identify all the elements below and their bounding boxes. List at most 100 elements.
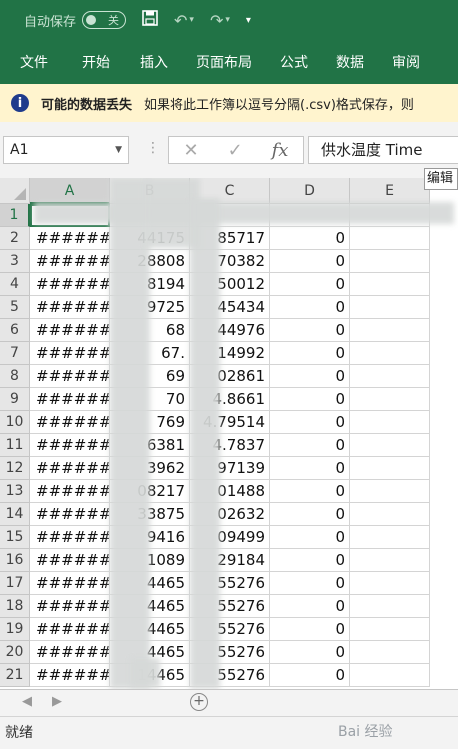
table-cell[interactable] (350, 365, 430, 388)
table-cell[interactable]: ###### (30, 549, 110, 572)
formula-input[interactable]: 供水温度 Time (308, 136, 458, 164)
table-cell[interactable]: ###### (30, 595, 110, 618)
tab-page-layout[interactable]: 页面布局 (196, 52, 252, 72)
column-header-d[interactable]: D (270, 178, 350, 204)
table-cell[interactable]: ###### (30, 503, 110, 526)
table-cell[interactable] (350, 411, 430, 434)
row-header[interactable]: 20 (0, 641, 30, 664)
table-cell[interactable]: 0 (270, 526, 350, 549)
table-cell[interactable] (350, 227, 430, 250)
table-cell[interactable]: ###### (30, 227, 110, 250)
table-cell[interactable]: 0 (270, 664, 350, 687)
table-cell[interactable] (350, 595, 430, 618)
row-header[interactable]: 12 (0, 457, 30, 480)
row-header[interactable]: 18 (0, 595, 30, 618)
table-cell[interactable]: ###### (30, 526, 110, 549)
table-cell[interactable]: 0 (270, 250, 350, 273)
undo-icon[interactable]: ↶ (174, 11, 187, 30)
table-cell[interactable]: 0 (270, 296, 350, 319)
table-cell[interactable]: ###### (30, 342, 110, 365)
table-cell[interactable]: 0 (270, 273, 350, 296)
row-header[interactable]: 16 (0, 549, 30, 572)
table-cell[interactable]: ###### (30, 388, 110, 411)
row-header[interactable]: 6 (0, 319, 30, 342)
name-box[interactable]: A1 ▼ (3, 136, 129, 164)
tab-home[interactable]: 开始 (82, 52, 110, 72)
table-cell[interactable]: ###### (30, 273, 110, 296)
table-cell[interactable]: ###### (30, 572, 110, 595)
table-cell[interactable] (350, 342, 430, 365)
row-header[interactable]: 14 (0, 503, 30, 526)
table-cell[interactable]: 0 (270, 227, 350, 250)
add-sheet-button[interactable]: + (190, 693, 208, 711)
table-cell[interactable]: ###### (30, 457, 110, 480)
table-cell[interactable] (350, 641, 430, 664)
table-cell[interactable]: 0 (270, 618, 350, 641)
table-cell[interactable]: 0 (270, 342, 350, 365)
table-cell[interactable] (350, 273, 430, 296)
row-header[interactable]: 15 (0, 526, 30, 549)
row-header[interactable]: 2 (0, 227, 30, 250)
row-header[interactable]: 7 (0, 342, 30, 365)
table-cell[interactable] (350, 549, 430, 572)
table-cell[interactable] (350, 572, 430, 595)
insert-function-icon[interactable]: fx (272, 140, 289, 161)
table-cell[interactable] (350, 319, 430, 342)
prev-sheet-icon[interactable]: ◀ (22, 694, 32, 709)
table-cell[interactable]: 0 (270, 641, 350, 664)
row-header[interactable]: 4 (0, 273, 30, 296)
table-cell[interactable] (350, 457, 430, 480)
table-cell[interactable]: 0 (270, 365, 350, 388)
redo-icon[interactable]: ↷ (210, 11, 223, 30)
autosave-toggle[interactable]: 关 (82, 11, 127, 29)
table-cell[interactable] (350, 296, 430, 319)
column-header-e[interactable]: E (350, 178, 430, 204)
table-cell[interactable] (350, 434, 430, 457)
select-all-corner[interactable] (0, 178, 30, 204)
table-cell[interactable]: ###### (30, 480, 110, 503)
next-sheet-icon[interactable]: ▶ (52, 694, 62, 709)
row-header[interactable]: 5 (0, 296, 30, 319)
table-cell[interactable]: ###### (30, 641, 110, 664)
table-cell[interactable]: 0 (270, 388, 350, 411)
table-cell[interactable]: ###### (30, 618, 110, 641)
row-header[interactable]: 19 (0, 618, 30, 641)
tab-review[interactable]: 审阅 (392, 52, 420, 72)
table-cell[interactable]: ###### (30, 250, 110, 273)
table-cell[interactable] (350, 618, 430, 641)
table-cell[interactable]: 0 (270, 434, 350, 457)
table-cell[interactable]: 0 (270, 480, 350, 503)
table-cell[interactable] (350, 664, 430, 687)
table-cell[interactable] (350, 526, 430, 549)
tab-insert[interactable]: 插入 (140, 52, 168, 72)
tab-file[interactable]: 文件 (20, 52, 48, 72)
chevron-down-icon[interactable]: ▼ (115, 137, 122, 163)
table-cell[interactable]: 0 (270, 319, 350, 342)
column-header-a[interactable]: A (30, 178, 110, 204)
table-cell[interactable]: ###### (30, 296, 110, 319)
table-cell[interactable]: 0 (270, 549, 350, 572)
table-cell[interactable] (350, 503, 430, 526)
table-cell[interactable]: 0 (270, 572, 350, 595)
row-header[interactable]: 11 (0, 434, 30, 457)
drag-handle-icon[interactable]: ⋮ (146, 140, 160, 156)
table-cell[interactable]: 0 (270, 411, 350, 434)
undo-dropdown-icon[interactable]: ▾ (189, 15, 194, 25)
table-cell[interactable] (350, 388, 430, 411)
row-header[interactable]: 8 (0, 365, 30, 388)
row-header[interactable]: 21 (0, 664, 30, 687)
row-header[interactable]: 10 (0, 411, 30, 434)
row-header[interactable]: 17 (0, 572, 30, 595)
table-cell[interactable]: 0 (270, 503, 350, 526)
row-header[interactable]: 1 (0, 204, 30, 227)
table-cell[interactable]: ###### (30, 411, 110, 434)
row-header[interactable]: 3 (0, 250, 30, 273)
tab-formulas[interactable]: 公式 (280, 52, 308, 72)
enter-icon[interactable]: ✓ (228, 140, 243, 161)
table-cell[interactable]: ###### (30, 319, 110, 342)
table-cell[interactable]: 0 (270, 457, 350, 480)
table-cell[interactable]: 0 (270, 595, 350, 618)
row-header[interactable]: 13 (0, 480, 30, 503)
customize-icon[interactable]: ▾ (246, 15, 251, 26)
table-cell[interactable]: ###### (30, 365, 110, 388)
